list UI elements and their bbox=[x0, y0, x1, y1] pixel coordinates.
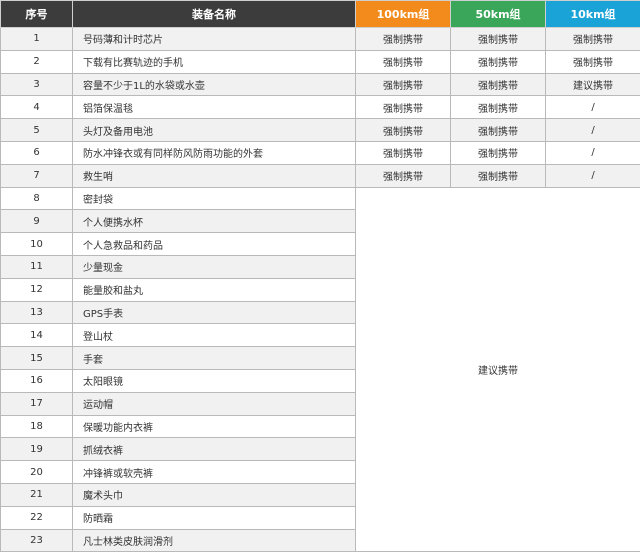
table-row: 4铝箔保温毯强制携带强制携带/ bbox=[1, 96, 640, 119]
row-requirement-g50: 强制携带 bbox=[451, 50, 546, 73]
row-serial-number: 23 bbox=[1, 529, 73, 552]
row-serial-number: 3 bbox=[1, 73, 73, 96]
row-equipment-name: GPS手表 bbox=[73, 301, 356, 324]
row-equipment-name: 登山杖 bbox=[73, 324, 356, 347]
row-serial-number: 21 bbox=[1, 483, 73, 506]
header-50km-group: 50km组 bbox=[451, 1, 546, 28]
row-requirement-g10: / bbox=[546, 96, 640, 119]
row-requirement-g50: 强制携带 bbox=[451, 141, 546, 164]
row-equipment-name: 个人便携水杯 bbox=[73, 210, 356, 233]
row-serial-number: 19 bbox=[1, 438, 73, 461]
row-serial-number: 14 bbox=[1, 324, 73, 347]
row-equipment-name: 铝箔保温毯 bbox=[73, 96, 356, 119]
row-equipment-name: 冲锋裤或软壳裤 bbox=[73, 461, 356, 484]
row-serial-number: 18 bbox=[1, 415, 73, 438]
header-serial-number: 序号 bbox=[1, 1, 73, 28]
row-serial-number: 15 bbox=[1, 347, 73, 370]
row-serial-number: 17 bbox=[1, 392, 73, 415]
row-equipment-name: 容量不少于1L的水袋或水壶 bbox=[73, 73, 356, 96]
table-row: 8密封袋建议携带 bbox=[1, 187, 640, 210]
row-serial-number: 16 bbox=[1, 369, 73, 392]
row-equipment-name: 防水冲锋衣或有同样防风防雨功能的外套 bbox=[73, 141, 356, 164]
row-serial-number: 7 bbox=[1, 164, 73, 187]
header-100km-group: 100km组 bbox=[356, 1, 451, 28]
row-requirement-g50: 强制携带 bbox=[451, 96, 546, 119]
row-equipment-name: 密封袋 bbox=[73, 187, 356, 210]
row-requirement-g100: 强制携带 bbox=[356, 141, 451, 164]
row-equipment-name: 抓绒衣裤 bbox=[73, 438, 356, 461]
table-row: 6防水冲锋衣或有同样防风防雨功能的外套强制携带强制携带/ bbox=[1, 141, 640, 164]
row-serial-number: 4 bbox=[1, 96, 73, 119]
row-requirement-g10: / bbox=[546, 164, 640, 187]
row-requirement-g100: 强制携带 bbox=[356, 119, 451, 142]
row-serial-number: 10 bbox=[1, 233, 73, 256]
row-equipment-name: 太阳眼镜 bbox=[73, 369, 356, 392]
row-requirement-g10: 强制携带 bbox=[546, 50, 640, 73]
row-serial-number: 6 bbox=[1, 141, 73, 164]
row-requirement-g50: 强制携带 bbox=[451, 73, 546, 96]
header-row: 序号 装备名称 100km组 50km组 10km组 bbox=[1, 1, 640, 28]
row-requirement-g50: 强制携带 bbox=[451, 28, 546, 51]
row-requirement-g100: 强制携带 bbox=[356, 164, 451, 187]
row-equipment-name: 运动帽 bbox=[73, 392, 356, 415]
table-row: 5头灯及备用电池强制携带强制携带/ bbox=[1, 119, 640, 142]
row-requirement-g10: 建议携带 bbox=[546, 73, 640, 96]
row-requirement-g10: 强制携带 bbox=[546, 28, 640, 51]
row-requirement-g100: 强制携带 bbox=[356, 73, 451, 96]
row-equipment-name: 魔术头巾 bbox=[73, 483, 356, 506]
row-requirement-g100: 强制携带 bbox=[356, 96, 451, 119]
table-row: 7救生哨强制携带强制携带/ bbox=[1, 164, 640, 187]
row-equipment-name: 手套 bbox=[73, 347, 356, 370]
row-requirement-g10: / bbox=[546, 119, 640, 142]
row-serial-number: 8 bbox=[1, 187, 73, 210]
header-equipment-name: 装备名称 bbox=[73, 1, 356, 28]
table-row: 3容量不少于1L的水袋或水壶强制携带强制携带建议携带 bbox=[1, 73, 640, 96]
row-serial-number: 2 bbox=[1, 50, 73, 73]
row-equipment-name: 下载有比赛轨迹的手机 bbox=[73, 50, 356, 73]
row-serial-number: 11 bbox=[1, 255, 73, 278]
row-equipment-name: 个人急救品和药品 bbox=[73, 233, 356, 256]
row-equipment-name: 防晒霜 bbox=[73, 506, 356, 529]
row-serial-number: 20 bbox=[1, 461, 73, 484]
table-row: 1号码薄和计时芯片强制携带强制携带强制携带 bbox=[1, 28, 640, 51]
row-equipment-name: 保暖功能内衣裤 bbox=[73, 415, 356, 438]
row-requirement-g50: 强制携带 bbox=[451, 164, 546, 187]
row-requirement-g100: 强制携带 bbox=[356, 50, 451, 73]
row-serial-number: 22 bbox=[1, 506, 73, 529]
row-requirement-g50: 强制携带 bbox=[451, 119, 546, 142]
row-requirement-g10: / bbox=[546, 141, 640, 164]
row-serial-number: 5 bbox=[1, 119, 73, 142]
row-requirement-g100: 强制携带 bbox=[356, 28, 451, 51]
row-serial-number: 1 bbox=[1, 28, 73, 51]
row-serial-number: 9 bbox=[1, 210, 73, 233]
row-equipment-name: 少量现金 bbox=[73, 255, 356, 278]
merged-recommended-note: 建议携带 bbox=[356, 187, 640, 552]
header-10km-group: 10km组 bbox=[546, 1, 640, 28]
table-body: 1号码薄和计时芯片强制携带强制携带强制携带2下载有比赛轨迹的手机强制携带强制携带… bbox=[1, 28, 640, 552]
row-equipment-name: 凡士林类皮肤润滑剂 bbox=[73, 529, 356, 552]
row-serial-number: 12 bbox=[1, 278, 73, 301]
row-equipment-name: 能量胶和盐丸 bbox=[73, 278, 356, 301]
equipment-table: 序号 装备名称 100km组 50km组 10km组 1号码薄和计时芯片强制携带… bbox=[0, 0, 640, 552]
table-row: 2下载有比赛轨迹的手机强制携带强制携带强制携带 bbox=[1, 50, 640, 73]
row-equipment-name: 号码薄和计时芯片 bbox=[73, 28, 356, 51]
row-equipment-name: 头灯及备用电池 bbox=[73, 119, 356, 142]
row-equipment-name: 救生哨 bbox=[73, 164, 356, 187]
row-serial-number: 13 bbox=[1, 301, 73, 324]
